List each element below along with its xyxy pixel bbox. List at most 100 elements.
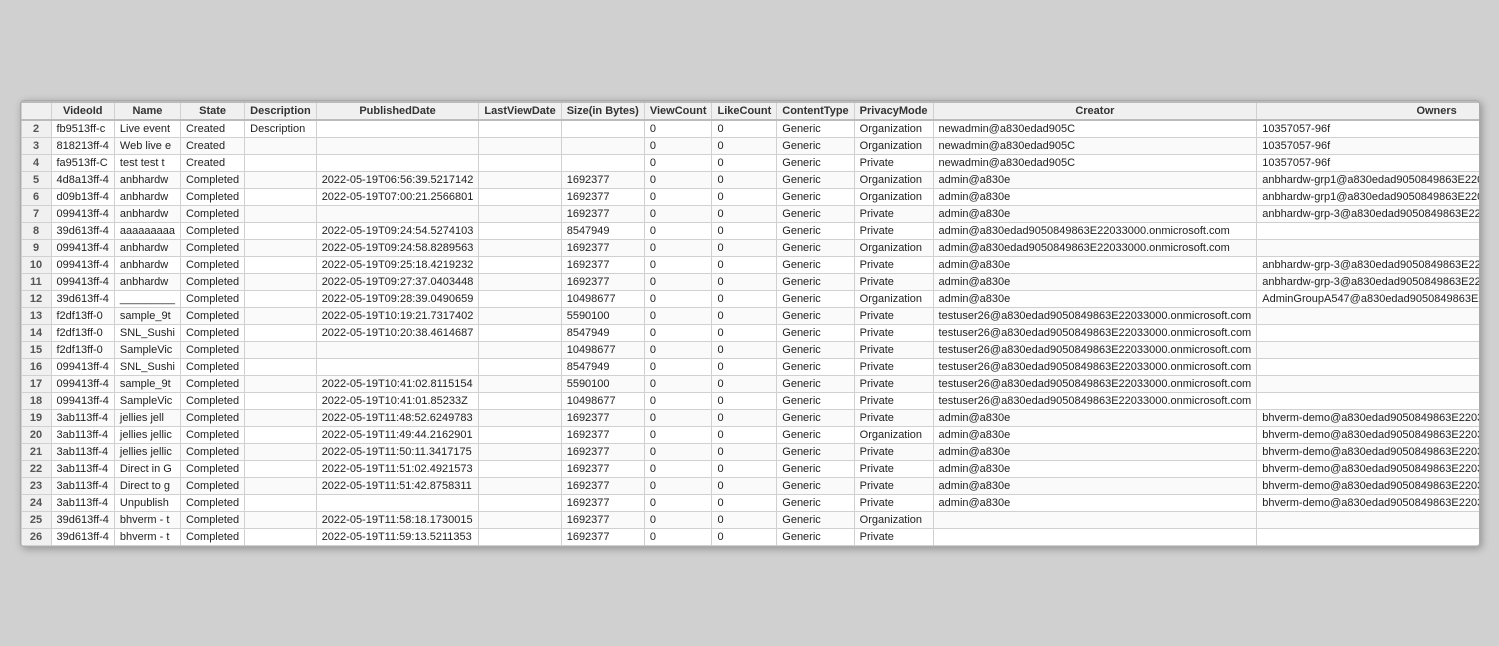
cell-r8-c9: 0 <box>712 256 777 273</box>
cell-r7-c9: 0 <box>712 239 777 256</box>
cell-r7-c5: 2022-05-19T09:24:58.8289563 <box>316 239 479 256</box>
cell-r19-c11: Private <box>854 443 933 460</box>
cell-r19-c12: admin@a830e <box>933 443 1257 460</box>
cell-r15-c4 <box>245 375 317 392</box>
cell-r9-c9: 0 <box>712 273 777 290</box>
cell-r20-c4 <box>245 460 317 477</box>
cell-r16-c9: 0 <box>712 392 777 409</box>
col-header-state: State <box>180 102 244 120</box>
cell-r12-c6 <box>479 324 561 341</box>
row-number: 7 <box>21 205 51 222</box>
cell-r15-c6 <box>479 375 561 392</box>
cell-r6-c2: aaaaaaaaa <box>114 222 180 239</box>
cell-r9-c6 <box>479 273 561 290</box>
cell-r14-c3: Completed <box>180 358 244 375</box>
cell-r17-c2: jellies jell <box>114 409 180 426</box>
cell-r15-c9: 0 <box>712 375 777 392</box>
table-row: 54d8a13ff-4anbhardwCompleted2022-05-19T0… <box>21 171 1480 188</box>
cell-r0-c2: Live event <box>114 120 180 138</box>
cell-r20-c2: Direct in G <box>114 460 180 477</box>
cell-r14-c5 <box>316 358 479 375</box>
col-header-name: Name <box>114 102 180 120</box>
cell-r2-c1: fa9513ff-C <box>51 154 114 171</box>
col-header-privacymode: PrivacyMode <box>854 102 933 120</box>
cell-r8-c8: 0 <box>644 256 712 273</box>
cell-r12-c4 <box>245 324 317 341</box>
row-number: 9 <box>21 239 51 256</box>
cell-r15-c1: 099413ff-4 <box>51 375 114 392</box>
row-number: 10 <box>21 256 51 273</box>
row-number: 13 <box>21 307 51 324</box>
cell-r23-c8: 0 <box>644 511 712 528</box>
cell-r12-c3: Completed <box>180 324 244 341</box>
cell-r8-c12: admin@a830e <box>933 256 1257 273</box>
cell-r6-c11: Private <box>854 222 933 239</box>
cell-r16-c6 <box>479 392 561 409</box>
cell-r8-c3: Completed <box>180 256 244 273</box>
cell-r1-c8: 0 <box>644 137 712 154</box>
cell-r1-c12: newadmin@a830edad905C <box>933 137 1257 154</box>
cell-r6-c3: Completed <box>180 222 244 239</box>
cell-r22-c6 <box>479 494 561 511</box>
cell-r6-c13 <box>1257 222 1480 239</box>
cell-r21-c11: Private <box>854 477 933 494</box>
col-header-publisheddate: PublishedDate <box>316 102 479 120</box>
cell-r21-c10: Generic <box>777 477 854 494</box>
cell-r16-c10: Generic <box>777 392 854 409</box>
cell-r10-c10: Generic <box>777 290 854 307</box>
cell-r16-c2: SampleVic <box>114 392 180 409</box>
cell-r22-c12: admin@a830e <box>933 494 1257 511</box>
cell-r11-c3: Completed <box>180 307 244 324</box>
cell-r11-c13 <box>1257 307 1480 324</box>
row-number: 22 <box>21 460 51 477</box>
cell-r0-c7 <box>561 120 644 138</box>
cell-r22-c5 <box>316 494 479 511</box>
cell-r5-c9: 0 <box>712 205 777 222</box>
cell-r17-c3: Completed <box>180 409 244 426</box>
data-table: VideoIdNameStateDescriptionPublishedDate… <box>21 101 1480 546</box>
cell-r21-c4 <box>245 477 317 494</box>
cell-r7-c10: Generic <box>777 239 854 256</box>
cell-r19-c9: 0 <box>712 443 777 460</box>
cell-r7-c12: admin@a830edad9050849863E22033000.onmicr… <box>933 239 1257 256</box>
spreadsheet-container[interactable]: VideoIdNameStateDescriptionPublishedDate… <box>20 100 1480 547</box>
row-number: 11 <box>21 273 51 290</box>
cell-r24-c8: 0 <box>644 528 712 545</box>
cell-r2-c8: 0 <box>644 154 712 171</box>
cell-r1-c4 <box>245 137 317 154</box>
cell-r16-c7: 10498677 <box>561 392 644 409</box>
cell-r7-c6 <box>479 239 561 256</box>
cell-r8-c5: 2022-05-19T09:25:18.4219232 <box>316 256 479 273</box>
cell-r5-c6 <box>479 205 561 222</box>
cell-r4-c10: Generic <box>777 188 854 205</box>
table-row: 2539d613ff-4bhverm - tCompleted2022-05-1… <box>21 511 1480 528</box>
cell-r16-c8: 0 <box>644 392 712 409</box>
cell-r10-c7: 10498677 <box>561 290 644 307</box>
cell-r24-c7: 1692377 <box>561 528 644 545</box>
cell-r11-c5: 2022-05-19T10:19:21.7317402 <box>316 307 479 324</box>
cell-r5-c13: anbhardw-grp-3@a830edad9050849863E220330… <box>1257 205 1480 222</box>
cell-r2-c6 <box>479 154 561 171</box>
cell-r16-c1: 099413ff-4 <box>51 392 114 409</box>
cell-r21-c12: admin@a830e <box>933 477 1257 494</box>
cell-r3-c4 <box>245 171 317 188</box>
cell-r23-c6 <box>479 511 561 528</box>
cell-r19-c2: jellies jellic <box>114 443 180 460</box>
cell-r1-c9: 0 <box>712 137 777 154</box>
cell-r3-c11: Organization <box>854 171 933 188</box>
cell-r12-c11: Private <box>854 324 933 341</box>
cell-r3-c7: 1692377 <box>561 171 644 188</box>
cell-r9-c2: anbhardw <box>114 273 180 290</box>
cell-r0-c6 <box>479 120 561 138</box>
cell-r15-c3: Completed <box>180 375 244 392</box>
table-row: 839d613ff-4aaaaaaaaaCompleted2022-05-19T… <box>21 222 1480 239</box>
cell-r15-c8: 0 <box>644 375 712 392</box>
table-row: 14f2df13ff-0SNL_SushiCompleted2022-05-19… <box>21 324 1480 341</box>
cell-r0-c9: 0 <box>712 120 777 138</box>
row-number: 24 <box>21 494 51 511</box>
cell-r2-c7 <box>561 154 644 171</box>
cell-r16-c5: 2022-05-19T10:41:01.85233Z <box>316 392 479 409</box>
cell-r22-c2: Unpublish <box>114 494 180 511</box>
cell-r24-c13 <box>1257 528 1480 545</box>
cell-r6-c5: 2022-05-19T09:24:54.5274103 <box>316 222 479 239</box>
